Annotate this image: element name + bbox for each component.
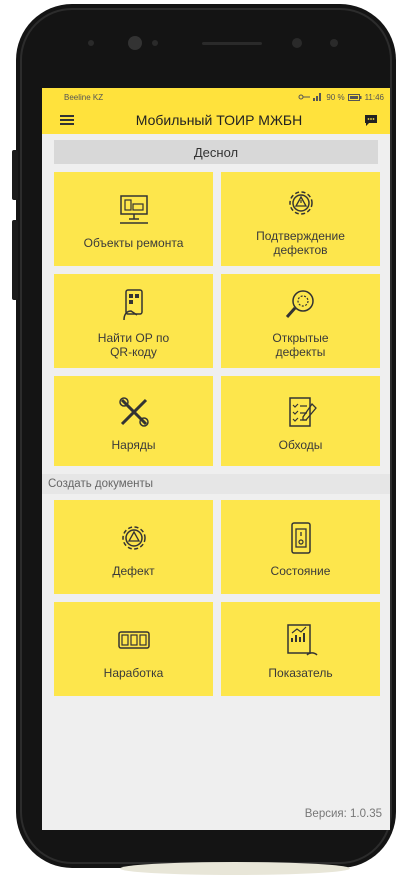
tile-label: Объекты ремонта — [83, 236, 184, 250]
battery-percent: 90 % — [326, 92, 345, 102]
tile-label: Состояние — [270, 564, 331, 578]
switch-icon — [290, 522, 311, 554]
tile-create-state[interactable]: Состояние — [221, 500, 380, 594]
tile-label: Подтверждение дефектов — [256, 229, 345, 257]
magnifier-gear-icon — [285, 290, 314, 318]
key-icon — [298, 94, 311, 100]
app-title: Мобильный ТОИР МЖБН — [135, 112, 303, 128]
tile-label: Наработка — [103, 666, 164, 680]
status-right: 90 % 11:46 — [298, 93, 384, 102]
sensor-icon — [88, 40, 94, 46]
checklist-icon — [288, 397, 317, 427]
tools-icon — [118, 397, 149, 427]
version-label: Версия: 1.0.35 — [304, 808, 382, 820]
tile-rounds[interactable]: Обходы — [221, 376, 380, 466]
create-documents-grid: Дефект Состояние Наработка Показатель — [54, 500, 380, 696]
menu-icon[interactable] — [60, 115, 74, 125]
clock: 11:46 — [364, 92, 384, 102]
app-bar: Мобильный ТОИР МЖБН — [42, 106, 390, 134]
chat-icon[interactable] — [364, 114, 378, 126]
tile-label: Обходы — [278, 438, 323, 452]
tile-work-orders[interactable]: Наряды — [54, 376, 213, 466]
battery-icon — [347, 93, 362, 101]
side-button — [12, 220, 18, 300]
sensor-icon — [292, 38, 302, 48]
tile-label: Открытые дефекты — [272, 331, 329, 359]
qr-scan-icon — [122, 289, 143, 321]
desk-reflection — [120, 862, 350, 875]
gear-warning-icon — [288, 191, 313, 215]
tile-create-defect[interactable]: Дефект — [54, 500, 213, 594]
tile-create-runtime[interactable]: Наработка — [54, 602, 213, 696]
carrier-label: Beeline KZ — [64, 92, 104, 102]
gear-warning-icon — [121, 526, 146, 550]
speaker-grille — [202, 42, 262, 45]
main-menu-grid: Объекты ремонта Подтверждение дефектов Н… — [54, 172, 380, 466]
app-screen: Beeline KZ 90 % 11:46 Мобильный ТОИР МЖБ… — [42, 88, 390, 830]
create-documents-header: Создать документы — [42, 474, 390, 494]
tile-open-defects[interactable]: Открытые дефекты — [221, 274, 380, 368]
tile-label: Дефект — [112, 564, 155, 578]
location-banner[interactable]: Деснол — [54, 140, 378, 164]
counter-icon — [117, 631, 150, 649]
tile-find-by-qr[interactable]: Найти ОР по QR-коду — [54, 274, 213, 368]
tile-defect-confirmation[interactable]: Подтверждение дефектов — [221, 172, 380, 266]
tile-label: Наряды — [111, 438, 156, 452]
camera-icon — [128, 36, 142, 50]
status-bar: Beeline KZ 90 % 11:46 — [42, 88, 390, 106]
report-icon — [286, 624, 318, 656]
monitor-icon — [119, 195, 148, 224]
tile-label: Показатель — [268, 666, 333, 680]
volume-button — [12, 150, 18, 200]
tile-label: Найти ОР по QR-коду — [97, 331, 170, 359]
sensor-icon — [152, 40, 158, 46]
tile-repair-objects[interactable]: Объекты ремонта — [54, 172, 213, 266]
sensor-icon — [330, 39, 338, 47]
signal-icon — [313, 93, 322, 101]
tile-create-indicator[interactable]: Показатель — [221, 602, 380, 696]
